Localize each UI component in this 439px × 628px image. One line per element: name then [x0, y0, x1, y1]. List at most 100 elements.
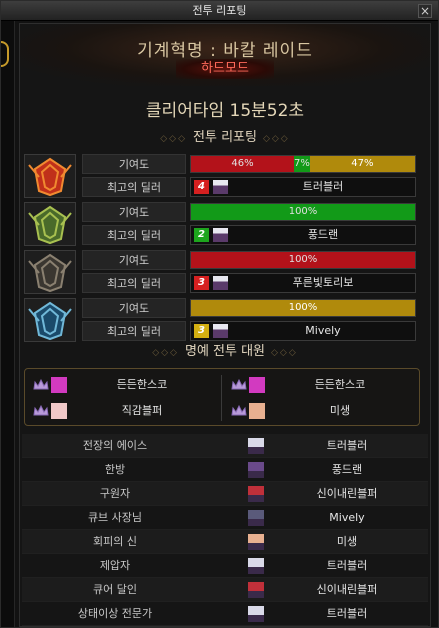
- ornament-icon: ◇◇◇: [152, 348, 179, 358]
- honor-section-title: 명예 전투 대원: [184, 344, 266, 359]
- clear-time: 클리어타임 15분52초: [145, 101, 305, 121]
- award-title: 상태이상 전문가: [77, 607, 153, 620]
- avatar: [248, 534, 264, 550]
- best-dealer-label: 최고의 딜러: [82, 177, 186, 197]
- ornament-icon: ◇◇◇: [262, 134, 290, 144]
- ornament-icon: ◇◇◇: [160, 134, 188, 144]
- window-title: 전투 리포팅: [192, 4, 247, 17]
- close-icon: ×: [419, 4, 431, 18]
- difficulty-badge: 하드모드: [176, 59, 274, 79]
- rank-badge: 4: [194, 180, 209, 194]
- contribution-segment: 47%: [309, 156, 415, 172]
- avatar: [249, 403, 265, 419]
- best-dealer-label: 최고의 딜러: [82, 225, 186, 245]
- party-row: 기여도최고의 딜러 100% 3 푸른빛토리보: [24, 250, 416, 294]
- best-dealer-label: 최고의 딜러: [82, 273, 186, 293]
- close-button[interactable]: ×: [418, 4, 432, 18]
- avatar: [213, 276, 228, 290]
- award-row: 제압자 트러블러: [22, 554, 428, 578]
- dark-crest-icon: [24, 250, 76, 294]
- party-row: 기여도최고의 딜러 100% 2 풍드랜: [24, 202, 416, 246]
- best-dealer-field: 4 트러블러: [190, 177, 416, 197]
- award-row: 전장의 에이스 트러블러: [22, 434, 428, 458]
- report-section-header: ◇◇◇ 전투 리포팅 ◇◇◇: [20, 128, 430, 148]
- report-section-title: 전투 리포팅: [193, 130, 257, 145]
- contribution-label: 기여도: [82, 298, 186, 318]
- avatar: [213, 180, 228, 194]
- honor-member-name: 직감블퍼: [121, 404, 163, 417]
- avatar: [248, 582, 264, 598]
- honor-member-name: 미생: [329, 404, 351, 417]
- report-panel: 기계혁명 : 바칼 레이드 하드모드 클리어타임 15분52초 ◇◇◇ 전투 리포…: [19, 23, 431, 627]
- crown-icon: [33, 404, 49, 417]
- rank-badge: 2: [194, 228, 209, 242]
- best-dealer-field: 3 푸른빛토리보: [190, 273, 416, 293]
- contribution-bar: 100%: [190, 203, 416, 221]
- avatar: [248, 462, 264, 478]
- contribution-bar: 100%: [190, 251, 416, 269]
- contribution-segment: 100%: [191, 252, 415, 268]
- contribution-segment: 100%: [191, 204, 415, 220]
- honor-member-name: 든든한스코: [314, 378, 366, 391]
- award-player: 트러블러: [326, 607, 368, 620]
- contribution-bar: 100%: [190, 299, 416, 317]
- honor-member: 직감블퍼: [27, 399, 219, 423]
- dealer-name: 푸른빛토리보: [292, 276, 354, 289]
- red-crest-icon: [24, 154, 76, 198]
- contribution-label: 기여도: [82, 250, 186, 270]
- award-title: 회피의 신: [93, 535, 137, 548]
- honor-divider: [221, 375, 222, 421]
- side-rail: [1, 21, 15, 627]
- crown-icon: [231, 378, 247, 391]
- award-row: 큐브 사장님 Mively: [22, 506, 428, 530]
- window-titlebar[interactable]: 전투 리포팅 ×: [1, 1, 438, 21]
- honor-member: 미생: [225, 399, 417, 423]
- award-row: 상태이상 전문가 트러블러: [22, 602, 428, 626]
- award-player: 풍드랜: [331, 463, 363, 476]
- green-crest-icon: [24, 202, 76, 246]
- award-player: Mively: [329, 511, 365, 524]
- award-title: 제압자: [99, 559, 131, 572]
- award-title: 큐브 사장님: [87, 511, 143, 524]
- ornament-icon: ◇◇◇: [271, 348, 298, 358]
- award-player: 신이내린블퍼: [316, 487, 378, 500]
- contribution-segment: 100%: [191, 300, 415, 316]
- dealer-name: 트러블러: [302, 180, 344, 193]
- crown-icon: [33, 378, 49, 391]
- best-dealer-label: 최고의 딜러: [82, 321, 186, 341]
- honor-member-name: 든든한스코: [116, 378, 168, 391]
- award-title: 구원자: [99, 487, 131, 500]
- award-title: 큐어 달인: [93, 583, 137, 596]
- raid-name: 기계혁명 : 바칼 레이드: [137, 41, 313, 61]
- avatar: [248, 486, 264, 502]
- honor-member: 든든한스코: [27, 373, 219, 397]
- avatar: [51, 377, 67, 393]
- blue-crest-icon: [24, 298, 76, 342]
- avatar: [51, 403, 67, 419]
- party-row: 기여도최고의 딜러 100% 3 Mively: [24, 298, 416, 342]
- rail-handle-icon[interactable]: [1, 41, 9, 67]
- avatar: [249, 377, 265, 393]
- dealer-name: Mively: [305, 324, 341, 337]
- award-title: 한방: [104, 463, 126, 476]
- honor-section-header: ◇◇◇ 명예 전투 대원 ◇◇◇: [20, 342, 430, 362]
- best-dealer-field: 2 풍드랜: [190, 225, 416, 245]
- crown-icon: [231, 404, 247, 417]
- avatar: [213, 324, 228, 338]
- award-title: 전장의 에이스: [82, 439, 148, 452]
- party-row: 기여도 최고의 딜러 46% 7% 47% 4 트러블러: [24, 154, 416, 198]
- award-row: 회피의 신 미생: [22, 530, 428, 554]
- contribution-segment: 7%: [294, 156, 310, 172]
- honor-member: 든든한스코: [225, 373, 417, 397]
- award-player: 미생: [336, 535, 358, 548]
- raid-header: 기계혁명 : 바칼 레이드 하드모드: [20, 24, 430, 86]
- dealer-name: 풍드랜: [307, 228, 339, 241]
- avatar: [248, 438, 264, 454]
- award-player: 신이내린블퍼: [316, 583, 378, 596]
- award-list: 전장의 에이스 트러블러 한방 풍드랜 구원자 신이내린블퍼 큐브 사장님 Mively 회피의…: [22, 434, 428, 626]
- contribution-label: 기여도: [82, 202, 186, 222]
- avatar: [248, 606, 264, 622]
- best-dealer-field: 3 Mively: [190, 321, 416, 341]
- award-row: 큐어 달인 신이내린블퍼: [22, 578, 428, 602]
- award-row: 구원자 신이내린블퍼: [22, 482, 428, 506]
